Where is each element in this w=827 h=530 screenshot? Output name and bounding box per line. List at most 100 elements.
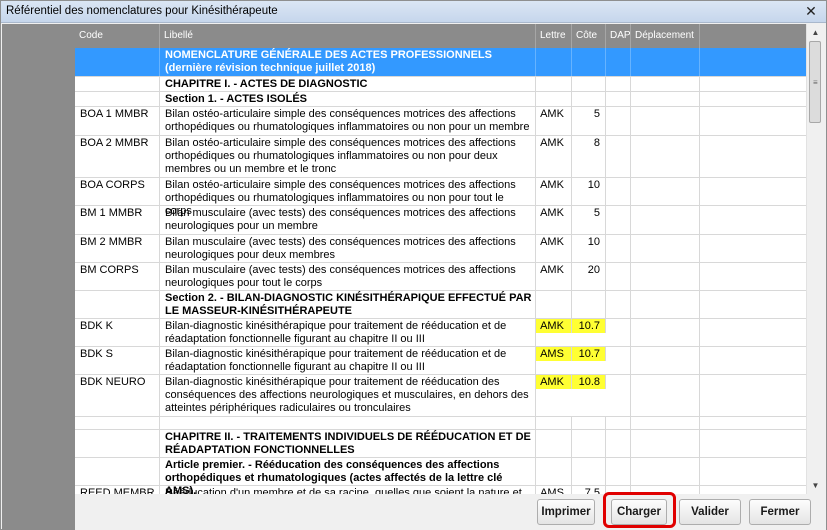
nomenclature-window: Référentiel des nomenclatures pour Kinés… [0,0,827,530]
cell-blank [700,375,806,416]
cell-deplacement [631,178,700,205]
cell-libelle: Bilan ostéo-articulaire simple des consé… [160,178,536,217]
cell-deplacement [631,107,700,135]
cell-dap [606,319,631,346]
cell-libelle: Bilan-diagnostic kinésithérapique pour t… [160,347,536,374]
cell-blank [700,430,806,457]
scrollbar-thumb[interactable]: ≡ [809,41,821,123]
column-header-cote[interactable]: Côte [572,24,606,48]
cell-cote [572,430,606,457]
cell-lettre [536,458,572,485]
cell-blank [700,291,806,318]
cell-cote: 8 [572,136,606,177]
table-row[interactable]: BDK NEURO Bilan-diagnostic kinésithérapi… [75,375,806,417]
table-row[interactable]: REED MEMBR Rééducation d'un membre et de… [75,486,806,494]
cell-code: BDK K [75,319,160,346]
cell-code: BDK S [75,347,160,374]
close-button[interactable]: Fermer [749,499,811,525]
column-header-lettre[interactable]: Lettre [536,24,572,48]
table-row[interactable]: BDK S Bilan-diagnostic kinésithérapique … [75,347,806,375]
close-icon[interactable]: ✕ [802,3,820,19]
cell-code [75,417,160,429]
table-row[interactable]: BOA 2 MMBR Bilan ostéo-articulaire simpl… [75,136,806,178]
cell-dap [606,206,631,234]
cell-libelle: Bilan-diagnostic kinésithérapique pour t… [160,319,536,346]
cell-code [75,77,160,91]
cell-libelle: Bilan musculaire (avec tests) des conséq… [160,235,536,262]
cell-cote [572,291,606,318]
vertical-scrollbar[interactable]: ▲ ≡ ▼ [806,24,823,494]
column-header-deplacement[interactable]: Déplacement [631,24,700,48]
cell-libelle: Bilan ostéo-articulaire simple des consé… [160,136,536,177]
table-row[interactable]: Section 1. - ACTES ISOLÉS [75,92,806,107]
cell-libelle: CHAPITRE II. - TRAITEMENTS INDIVIDUELS D… [160,430,536,457]
cell-libelle [160,417,536,429]
table-row[interactable]: BDK K Bilan-diagnostic kinésithérapique … [75,319,806,347]
cell-lettre: AMK [536,136,572,177]
cell-blank [700,486,806,494]
callout-highlight-box [603,492,676,528]
cell-code [75,48,160,76]
cell-dap [606,263,631,290]
cell-deplacement [631,48,700,76]
cell-lettre: AMK [536,178,572,205]
cell-cote: 10 [572,235,606,262]
cell-blank [700,347,806,374]
grip-icon: ≡ [813,78,818,87]
cell-lettre: AMK [536,206,572,234]
cell-deplacement [631,92,700,106]
cell-dap [606,458,631,485]
cell-libelle: Bilan musculaire (avec tests) des conséq… [160,206,536,234]
table-row[interactable]: CHAPITRE II. - TRAITEMENTS INDIVIDUELS D… [75,430,806,458]
cell-cote: 20 [572,263,606,290]
cell-deplacement [631,417,700,429]
cell-blank [700,178,806,205]
table-row[interactable]: BM 1 MMBR Bilan musculaire (avec tests) … [75,206,806,235]
cell-cote [572,48,606,76]
cell-lettre [536,77,572,91]
cell-deplacement [631,458,700,485]
table-row[interactable]: Section 2. - BILAN-DIAGNOSTIC KINÉSITHÉR… [75,291,806,319]
cell-lettre [536,417,572,429]
title-bar: Référentiel des nomenclatures pour Kinés… [1,1,826,23]
row-selector-header [2,24,75,48]
table-row[interactable]: BM CORPS Bilan musculaire (avec tests) d… [75,263,806,291]
table-row[interactable] [75,417,806,430]
scroll-down-icon[interactable]: ▼ [807,477,824,494]
window-title: Référentiel des nomenclatures pour Kinés… [6,5,278,17]
cell-dap [606,291,631,318]
cell-deplacement [631,319,700,346]
cell-dap [606,417,631,429]
cell-lettre: AMS [536,486,572,494]
cell-blank [700,92,806,106]
validate-button[interactable]: Valider [679,499,741,525]
table-row[interactable]: BOA 1 MMBR Bilan ostéo-articulaire simpl… [75,107,806,136]
scroll-up-icon[interactable]: ▲ [807,24,824,41]
print-button[interactable]: Imprimer [537,499,595,525]
nomenclature-grid[interactable]: Code Libellé Lettre Côte DAP Déplacement… [75,24,806,494]
cell-cote [572,458,606,485]
column-header-dap[interactable]: DAP [606,24,631,48]
cell-deplacement [631,291,700,318]
column-header-code[interactable]: Code [75,24,160,48]
cell-code: BOA 2 MMBR [75,136,160,177]
cell-code [75,458,160,485]
table-row[interactable]: BOA CORPS Bilan ostéo-articulaire simple… [75,178,806,217]
cell-deplacement [631,206,700,234]
grid-header: Code Libellé Lettre Côte DAP Déplacement [75,24,806,48]
cell-blank [700,319,806,346]
column-header-libelle[interactable]: Libellé [160,24,536,48]
table-row[interactable]: Article premier. - Rééducation des consé… [75,458,806,494]
table-row[interactable]: NOMENCLATURE GÉNÉRALE DES ACTES PROFESSI… [75,48,806,77]
cell-dap [606,178,631,205]
table-row[interactable]: BM 2 MMBR Bilan musculaire (avec tests) … [75,235,806,263]
cell-lettre [536,430,572,457]
cell-deplacement [631,77,700,91]
table-row[interactable]: CHAPITRE I. - ACTES DE DIAGNOSTIC [75,77,806,92]
cell-dap [606,92,631,106]
cell-libelle: Section 1. - ACTES ISOLÉS [160,92,536,106]
cell-libelle: CHAPITRE I. - ACTES DE DIAGNOSTIC [160,77,536,91]
cell-blank [700,77,806,91]
cell-deplacement [631,235,700,262]
cell-code: BM 2 MMBR [75,235,160,262]
